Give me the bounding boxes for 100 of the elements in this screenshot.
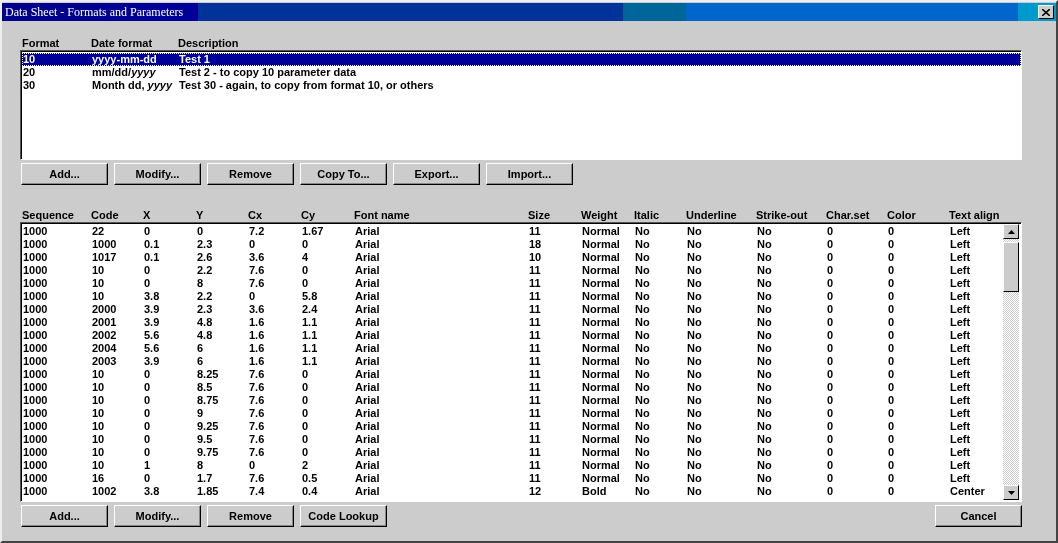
table-cell-text: 0 [827,381,835,394]
table-cell-text: 1000 [23,225,49,238]
format-row[interactable]: 30 Month dd, yyyy Test 30 - again, to copy from format 10, or others [22,79,1021,92]
table-cell-text: No [687,251,703,264]
table-cell-text: 0 [888,329,896,342]
parameter-row[interactable]: 1000 2000 3.9 2.3 3.6 2.4 Arial 11 Normal No No No 0 0 Left [22,303,1003,316]
parameter-row[interactable]: 1000 10 0 9.75 7.6 0 Arial 11 Normal No No No 0 0 Left [22,446,1003,459]
parameter-row[interactable]: 1000 10 0 8.25 7.6 0 Arial 11 Normal No No No 0 0 Left [22,368,1003,381]
table-cell-text: No [687,277,703,290]
table-cell-text: 1000 [23,394,49,407]
table-cell-text: 0 [888,381,896,394]
table-cell-text: 7.4 [249,485,266,498]
format-action-button[interactable]: Modify... [114,163,201,185]
table-cell-text: 7.6 [249,420,266,433]
table-cell-text: 0 [888,290,896,303]
parameter-row[interactable]: 1000 16 0 1.7 7.6 0.5 Arial 11 Normal No No No 0 0 Left [22,472,1003,485]
close-button[interactable] [1038,5,1054,19]
table-cell-text: No [635,290,651,303]
table-cell-text: 1000 [23,355,49,368]
table-cell-text: 1000 [23,277,49,290]
parameter-row[interactable]: 1000 2004 5.6 6 1.6 1.1 Arial 11 Normal No No No 0 0 Left [22,342,1003,355]
table-cell-text: 0 [144,433,152,446]
table-cell-text: 0 [827,485,835,498]
cancel-button[interactable]: Cancel [935,505,1022,527]
parameter-row[interactable]: 1000 10 0 9.25 7.6 0 Arial 11 Normal No No No 0 0 Left [22,420,1003,433]
parameter-row[interactable]: 1000 2001 3.9 4.8 1.6 1.1 Arial 11 Normal No No No 0 0 Left [22,316,1003,329]
table-cell-text: Left [950,394,972,407]
format-action-button[interactable]: Remove [207,163,294,185]
parameter-row[interactable]: 1000 10 1 8 0 2 Arial 11 Normal No No No 0 0 Left [22,459,1003,472]
format-action-button[interactable]: Import... [486,163,573,185]
table-cell-text: 11 [529,472,542,485]
table-cell-text: 1000 [23,303,49,316]
table-cell-text: No [757,420,773,433]
table-cell-text: No [757,316,773,329]
scroll-up-button[interactable] [1003,224,1019,239]
table-cell-text: No [757,407,773,420]
table-cell-text: 0 [144,368,152,381]
table-cell-text: No [687,459,703,472]
parameter-row[interactable]: 1000 10 3.8 2.2 0 5.8 Arial 11 Normal No No No 0 0 Left [22,290,1003,303]
table-cell-text: Left [950,381,972,394]
parameter-row[interactable]: 1000 10 0 8.75 7.6 0 Arial 11 Normal No No No 0 0 Left [22,394,1003,407]
format-action-button[interactable]: Copy To... [300,163,387,185]
table-cell-text: No [687,420,703,433]
parameter-action-button[interactable]: Code Lookup [300,505,387,527]
table-cell-text: No [687,472,703,485]
table-cell-text: 0 [888,472,896,485]
parameter-row[interactable]: 1000 10 0 9 7.6 0 Arial 11 Normal No No No 0 0 Left [22,407,1003,420]
table-cell-text: 4.8 [197,316,214,329]
table-cell-text: 2.2 [197,290,214,303]
table-cell-text: 1000 [23,238,49,251]
table-cell-text: 7.6 [249,277,266,290]
table-cell-text: 2000 [92,303,118,316]
table-cell-text: 3.9 [144,303,161,316]
parameter-action-button[interactable]: Modify... [114,505,201,527]
table-cell-text: 3.8 [144,485,161,498]
parameter-row[interactable]: 1000 1000 0.1 2.3 0 0 Arial 18 Normal No No No 0 0 Left [22,238,1003,251]
table-cell-text: 0 [827,420,835,433]
format-action-button[interactable]: Export... [393,163,480,185]
table-cell-text: Normal [582,316,621,329]
parameter-row[interactable]: 1000 10 0 8 7.6 0 Arial 11 Normal No No No 0 0 Left [22,277,1003,290]
scroll-thumb[interactable] [1003,242,1019,292]
table-cell-text: 6 [197,355,205,368]
table-cell-text: 0 [827,472,835,485]
parameter-row[interactable]: 1000 1002 3.8 1.85 7.4 0.4 Arial 12 Bold No No No 0 0 Center [22,485,1003,498]
parameter-action-button[interactable]: Remove [207,505,294,527]
parameter-row[interactable]: 1000 2003 3.9 6 1.6 1.1 Arial 11 Normal No No No 0 0 Left [22,355,1003,368]
table-cell-text: 11 [529,381,542,394]
table-cell-text: 9 [197,407,205,420]
table-cell-text: Normal [582,329,621,342]
parameter-row[interactable]: 1000 1017 0.1 2.6 3.6 4 Arial 10 Normal No No No 0 0 Left [22,251,1003,264]
table-cell-text: Normal [582,342,621,355]
table-cell-text: Left [950,355,972,368]
scroll-down-button[interactable] [1003,485,1019,500]
table-cell-text: Normal [582,420,621,433]
table-cell-text: 10 [92,277,106,290]
table-cell-text: 2.3 [197,303,214,316]
table-cell-text: 10 [92,459,106,472]
table-cell-text: Left [950,433,972,446]
table-cell-text: No [757,485,773,498]
format-row[interactable]: 10 yyyy-mm-dd Test 1 [22,53,1021,66]
format-action-button[interactable]: Add... [21,163,108,185]
table-cell-text: 0 [888,303,896,316]
parameter-row[interactable]: 1000 22 0 0 7.2 1.67 Arial 11 Normal No No No 0 0 Left [22,225,1003,238]
table-cell-text: 10 [92,368,106,381]
table-cell-text: 0 [302,446,310,459]
table-cell-text: 6 [197,342,205,355]
table-cell-text: No [687,394,703,407]
parameter-action-button[interactable]: Add... [21,505,108,527]
column-header: Sequence [22,209,75,222]
table-cell-text: 2.3 [197,238,214,251]
parameter-row[interactable]: 1000 2002 5.6 4.8 1.6 1.1 Arial 11 Normal No No No 0 0 Left [22,329,1003,342]
format-row[interactable]: 20 mm/dd/yyyy Test 2 - to copy 10 parameter data [22,66,1021,79]
scrollbar[interactable] [1003,224,1019,500]
parameter-row[interactable]: 1000 10 0 8.5 7.6 0 Arial 11 Normal No No No 0 0 Left [22,381,1003,394]
table-cell-text: No [635,433,651,446]
table-cell-text: 11 [529,368,542,381]
parameter-row[interactable]: 1000 10 0 2.2 7.6 0 Arial 11 Normal No No No 0 0 Left [22,264,1003,277]
table-cell-text: 1000 [23,472,49,485]
parameter-row[interactable]: 1000 10 0 9.5 7.6 0 Arial 11 Normal No No No 0 0 Left [22,433,1003,446]
table-cell-text: 8 [197,277,205,290]
